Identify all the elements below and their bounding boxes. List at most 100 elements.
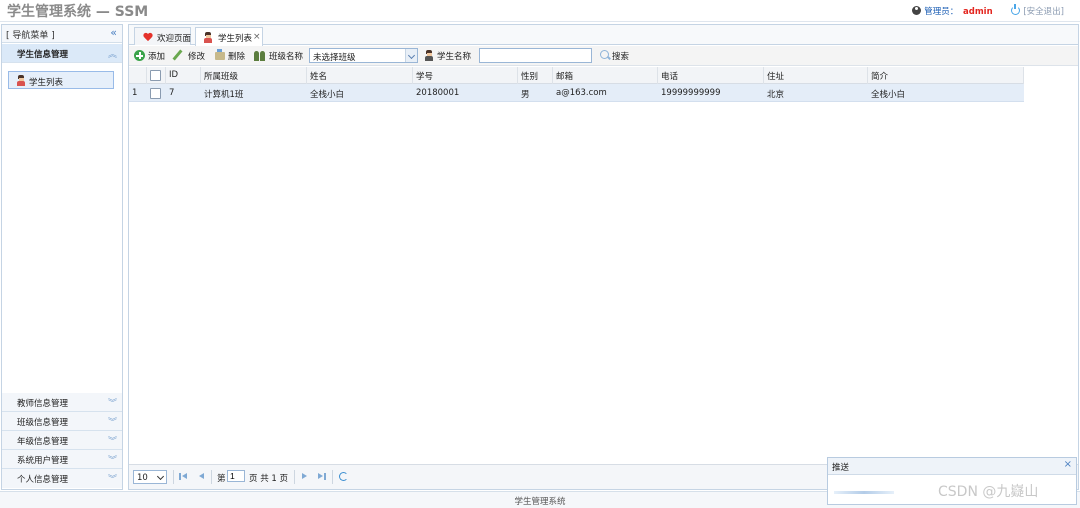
chevron-down-icon [156, 472, 165, 481]
column-header-class[interactable]: 所属班级 [201, 67, 307, 84]
cell-id: 7 [169, 88, 175, 98]
accordion-grade-info[interactable]: 年级信息管理 ︾ [2, 431, 122, 450]
row-select [147, 84, 166, 102]
class-label: 班级名称 [269, 52, 304, 62]
app-title: 学生管理系统 — SSM [7, 4, 149, 20]
group-icon [254, 50, 266, 61]
next-page-icon[interactable] [300, 472, 309, 481]
accordion-teacher-info[interactable]: 教师信息管理 ︾ [2, 393, 122, 412]
select-all-header [147, 67, 166, 84]
chevron-down-icon[interactable]: ︾ [108, 472, 117, 485]
add-label: 添加 [148, 52, 166, 62]
cell-address: 北京 [767, 90, 785, 100]
class-select[interactable]: 未选择班级 [309, 48, 418, 63]
column-header-phone[interactable]: 电话 [658, 67, 764, 84]
tab-student-list[interactable]: 学生列表 × [195, 27, 263, 46]
page-prefix: 第 [217, 474, 226, 484]
watermark: CSDN @九嶷山 [938, 484, 1039, 500]
student-icon [204, 32, 212, 43]
column-header-id[interactable]: ID [166, 67, 201, 84]
column-header-name[interactable]: 姓名 [307, 67, 413, 84]
search-label: 搜索 [612, 52, 630, 62]
tab-bar: 欢迎页面 学生列表 × [129, 25, 1078, 46]
divider [294, 470, 295, 484]
accordion-label: 年级信息管理 [17, 437, 69, 447]
nav-title: [ 导航菜单 ] [6, 31, 55, 41]
first-page-icon[interactable] [179, 472, 188, 481]
collapse-sidebar-icon[interactable]: « [110, 26, 117, 39]
user-area: 管理员： admin [安全退出] [912, 4, 1064, 17]
cell-gender: 男 [521, 90, 530, 100]
page-number-input[interactable] [227, 470, 245, 482]
loading-bar [834, 491, 894, 494]
chevron-down-icon[interactable]: ︾ [108, 453, 117, 466]
row-number: 1 [132, 88, 138, 98]
refresh-icon[interactable] [339, 472, 348, 481]
class-select-value: 未选择班级 [313, 53, 356, 63]
delete-button[interactable]: 删除 [214, 49, 248, 63]
heart-icon [143, 33, 153, 42]
student-icon [425, 50, 433, 61]
student-name-input[interactable] [479, 48, 592, 63]
table-row[interactable]: 1 7 计算机1班 全栈小白 20180001 男 a@163.com 1999… [129, 84, 1024, 102]
chevron-down-icon[interactable] [405, 49, 417, 62]
delete-label: 删除 [228, 52, 246, 62]
student-icon [17, 75, 25, 86]
chevron-down-icon[interactable]: ︾ [108, 434, 117, 447]
cell-number: 20180001 [416, 88, 460, 98]
accordion-body: 学生列表 [2, 63, 122, 393]
power-icon [1011, 4, 1021, 15]
user-icon [912, 6, 922, 15]
student-label: 学生名称 [437, 52, 472, 62]
tab-label: 学生列表 [218, 34, 253, 44]
last-page-icon[interactable] [318, 472, 327, 481]
add-button[interactable]: 添加 [134, 49, 170, 63]
popup-header: 推送 × [828, 458, 1076, 475]
close-icon[interactable]: × [1064, 459, 1072, 470]
accordion-label: 学生信息管理 [17, 50, 69, 60]
column-header-address[interactable]: 住址 [764, 67, 868, 84]
pencil-icon [172, 49, 183, 61]
logout-link[interactable]: [安全退出] [1023, 7, 1064, 17]
column-header-gender[interactable]: 性别 [518, 67, 553, 84]
role-label: 管理员： [924, 7, 959, 17]
tab-welcome[interactable]: 欢迎页面 [134, 27, 191, 45]
accordion-system-user[interactable]: 系统用户管理 ︾ [2, 450, 122, 469]
row-checkbox[interactable] [150, 88, 161, 99]
username: admin [963, 7, 993, 17]
row-number-header [129, 67, 147, 84]
prev-page-icon[interactable] [197, 472, 206, 481]
accordion-label: 教师信息管理 [17, 399, 69, 409]
accordion-personal-info[interactable]: 个人信息管理 ︾ [2, 469, 122, 488]
grid-header: ID 所属班级 姓名 学号 性别 邮箱 电话 住址 简介 [129, 67, 1024, 84]
select-all-checkbox[interactable] [150, 70, 161, 81]
edit-button[interactable]: 修改 [172, 49, 208, 63]
accordion-class-info[interactable]: 班级信息管理 ︾ [2, 412, 122, 431]
divider [332, 470, 333, 484]
edit-label: 修改 [188, 52, 206, 62]
chevron-down-icon[interactable]: ︾ [108, 396, 117, 409]
search-button[interactable]: 搜索 [599, 49, 635, 63]
sidebar: [ 导航菜单 ] « 学生信息管理 ︽ 学生列表 教师信息管理 ︾ 班级信息管理… [1, 24, 123, 490]
toolbar: 添加 修改 删除 班级名称 未选择班级 学生名称 搜索 [129, 46, 1078, 66]
main-panel: 欢迎页面 学生列表 × 添加 修改 删除 班级名称 未选择班级 学生名称 搜索 [128, 24, 1079, 490]
sidebar-item-student-list[interactable]: 学生列表 [8, 71, 114, 89]
divider [173, 470, 174, 484]
chevron-up-icon[interactable]: ︽ [108, 47, 117, 60]
accordion-label: 班级信息管理 [17, 418, 69, 428]
column-header-number[interactable]: 学号 [413, 67, 518, 84]
accordion-label: 系统用户管理 [17, 456, 69, 466]
delete-icon [215, 49, 225, 60]
column-header-email[interactable]: 邮箱 [553, 67, 658, 84]
cell-intro: 全栈小白 [871, 90, 906, 100]
accordion-label: 个人信息管理 [17, 475, 69, 485]
page-size-value: 10 [137, 473, 148, 483]
column-header-intro[interactable]: 简介 [868, 67, 1024, 84]
page-size-select[interactable]: 10 [133, 470, 167, 484]
chevron-down-icon[interactable]: ︾ [108, 415, 117, 428]
cell-phone: 19999999999 [661, 88, 721, 98]
accordion-student-info[interactable]: 学生信息管理 ︽ [2, 44, 122, 63]
tab-close-icon[interactable]: × [253, 32, 261, 42]
cell-name: 全栈小白 [310, 90, 345, 100]
cell-email: a@163.com [556, 88, 607, 98]
